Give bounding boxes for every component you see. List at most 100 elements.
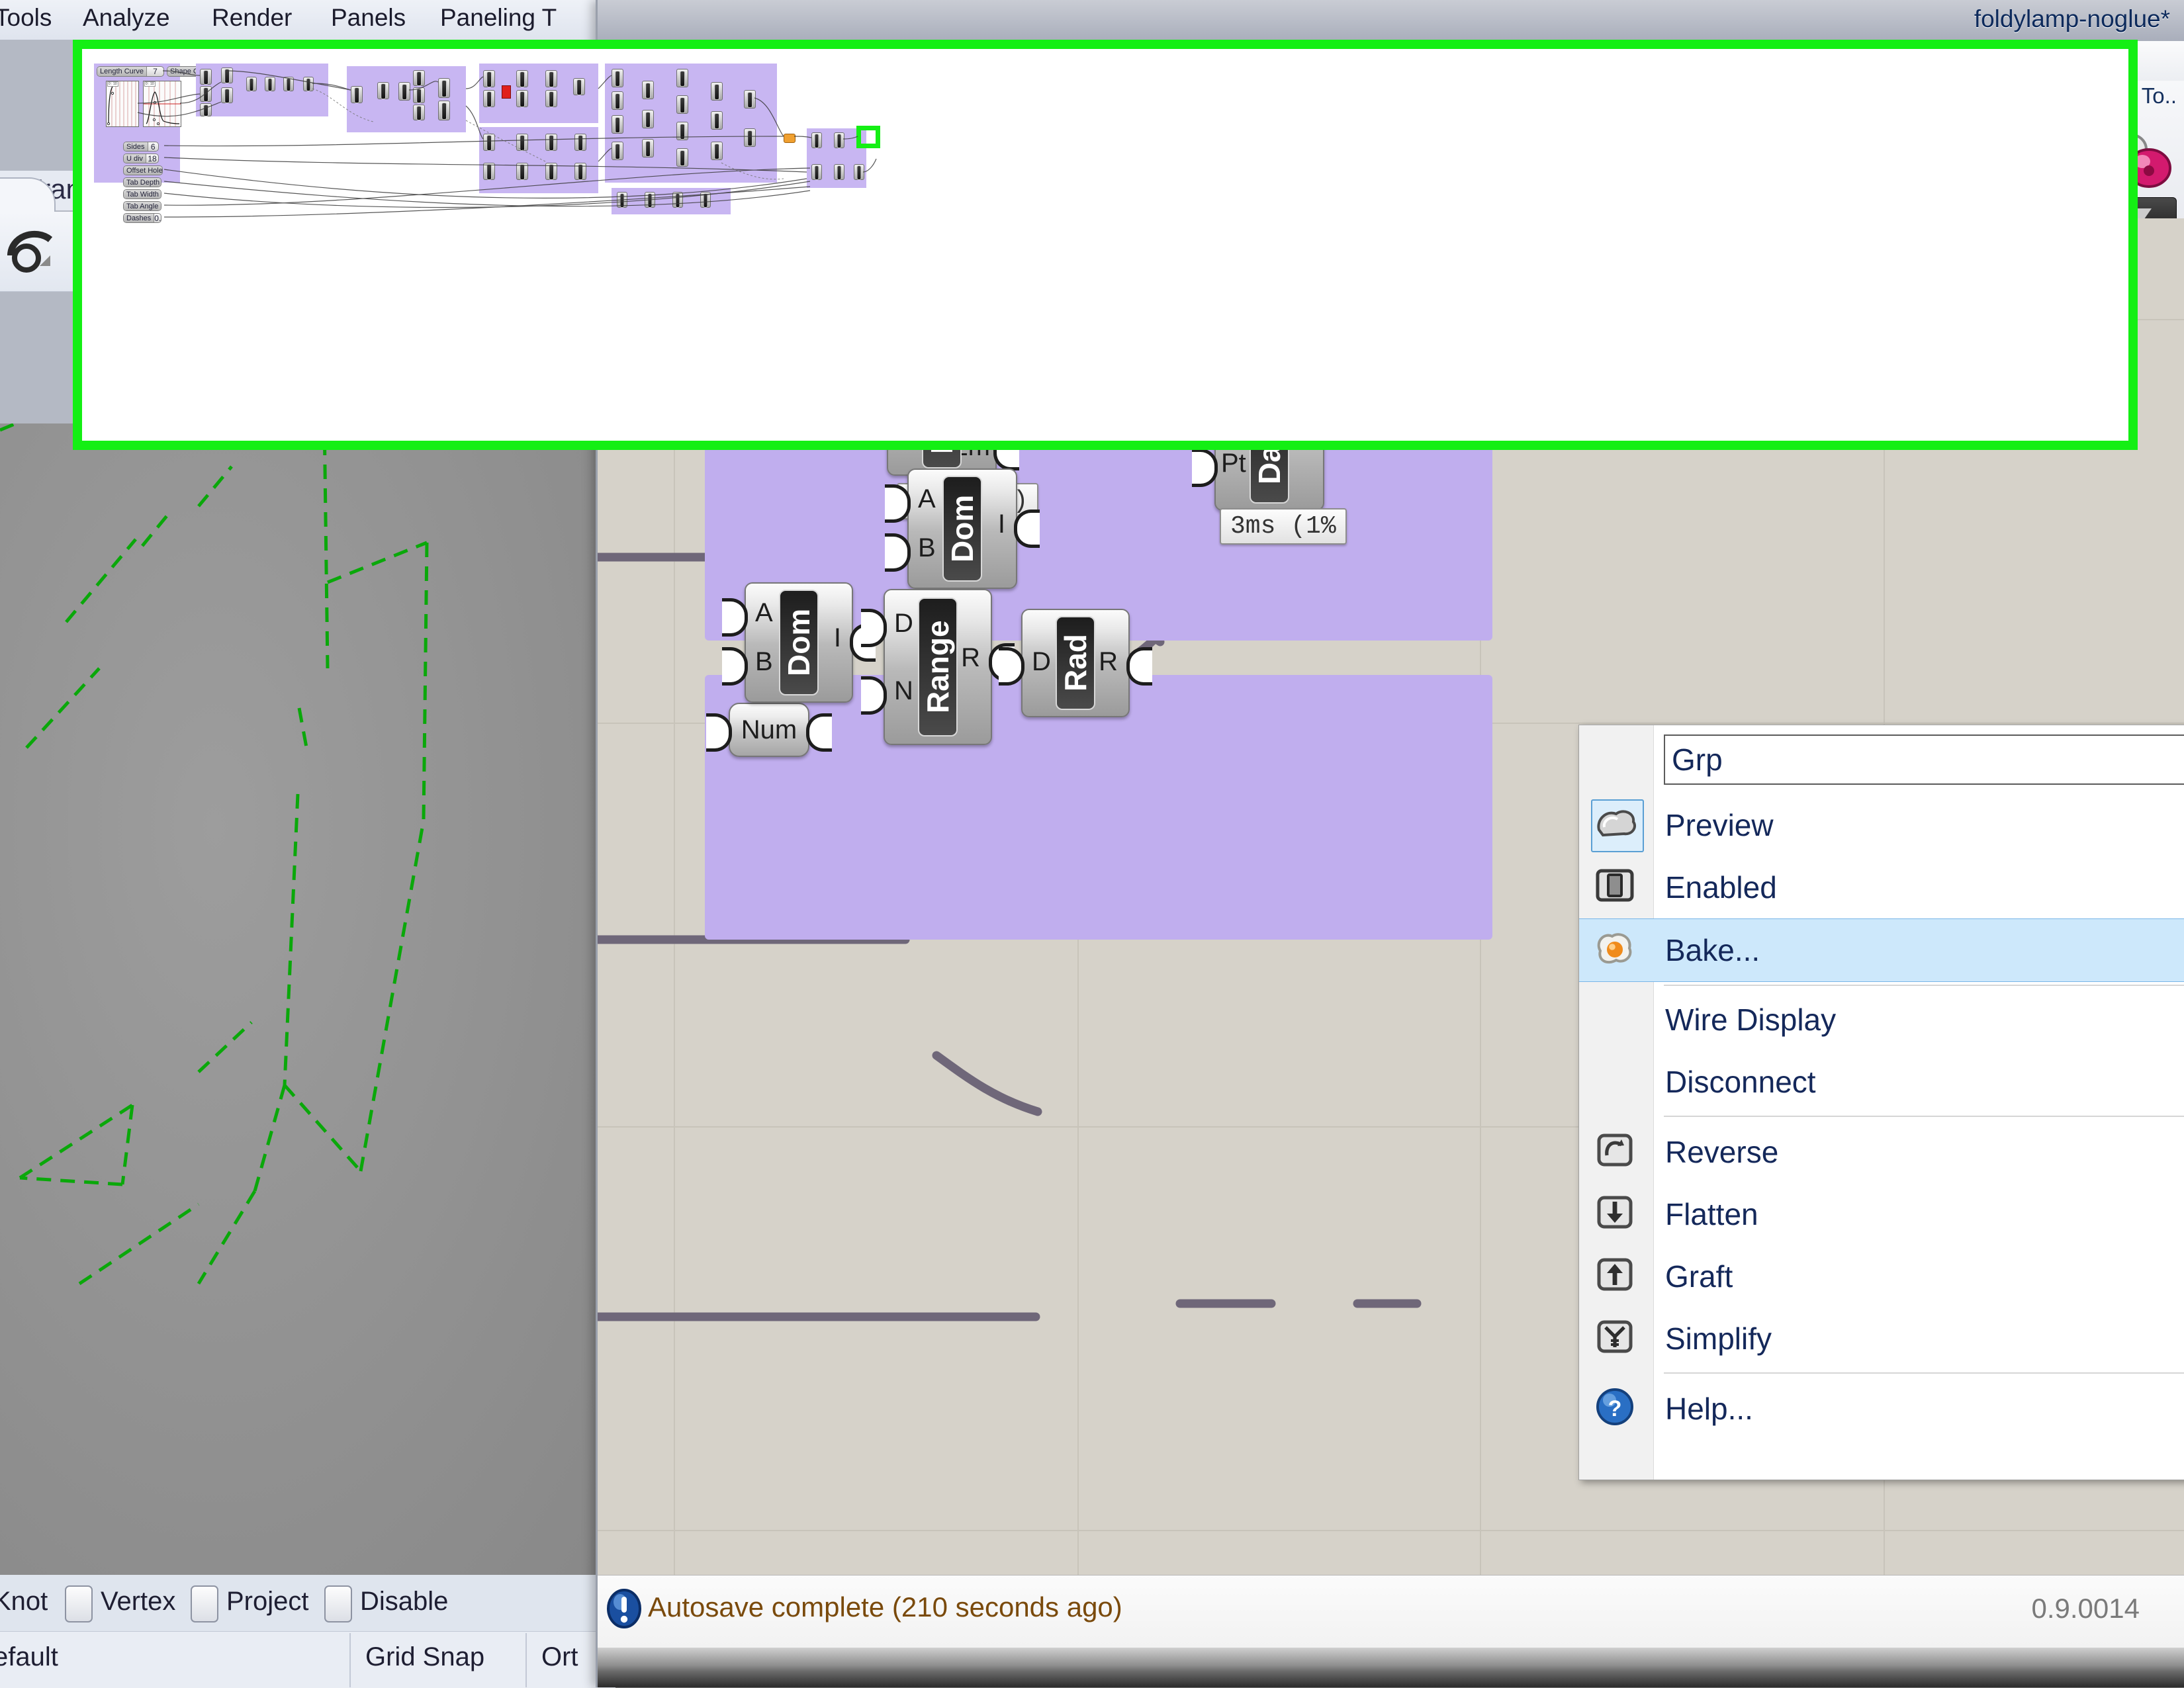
- menu-item-bake[interactable]: Bake...: [1579, 918, 2184, 982]
- node-range[interactable]: D N R Range: [884, 589, 992, 745]
- status-layer-default[interactable]: efault: [0, 1642, 58, 1672]
- bake-icon: [1591, 924, 1641, 975]
- component-context-menu[interactable]: Preview Enabled Bake... Wire Display: [1578, 725, 2184, 1480]
- range-port-r: R: [961, 643, 980, 673]
- rhino-status-bar: efault Grid Snap Ort: [0, 1631, 615, 1688]
- dom-lower-port-i: I: [834, 623, 841, 653]
- node-dom-lower[interactable]: A B I Dom: [745, 582, 853, 703]
- node-dom-lower-label: Dom: [779, 590, 819, 695]
- menu-separator-1: [1664, 985, 2184, 986]
- osnap-knot-label: Knot: [0, 1587, 48, 1617]
- menu-item-graft-label: Graft: [1665, 1259, 1733, 1294]
- dash-port-pt: Pt: [1221, 449, 1246, 478]
- rad-input-pin-d[interactable]: [999, 647, 1024, 686]
- preview-icon: [1591, 799, 1644, 852]
- status-divider-2: [525, 1633, 527, 1687]
- canvas-overview-navigator[interactable]: Length Curve 7 Shape Curve 3 0 : 10: [73, 40, 2138, 450]
- rad-output-pin-r[interactable]: [1126, 647, 1152, 686]
- menu-item-flatten[interactable]: Flatten: [1579, 1183, 2184, 1245]
- overview-wires: [82, 49, 2128, 441]
- svg-text:?: ?: [1608, 1396, 1622, 1421]
- rad-port-d: D: [1032, 647, 1051, 677]
- menu-item-help-label: Help...: [1665, 1391, 1753, 1427]
- dash-input-pin-pt[interactable]: [1192, 449, 1218, 487]
- grasshopper-title-bar[interactable]: foldylamp-noglue*: [598, 0, 2184, 41]
- simplify-icon: [1591, 1313, 1641, 1363]
- node-num[interactable]: Num: [729, 703, 809, 757]
- dom-upper-input-pin-b[interactable]: [885, 533, 911, 572]
- num-input-pin[interactable]: [706, 713, 732, 752]
- ribbon-tab-transform[interactable]: To..: [2142, 83, 2177, 109]
- info-icon: [606, 1589, 644, 1630]
- range-port-d: D: [894, 609, 913, 639]
- menu-item-help[interactable]: ? Help...: [1579, 1378, 2184, 1440]
- status-grid-snap[interactable]: Grid Snap: [365, 1642, 484, 1672]
- osnap-vertex-label: Vertex: [101, 1587, 175, 1617]
- menu-item-wire-display-label: Wire Display: [1665, 1002, 1836, 1038]
- rhino-menu-tools[interactable]: Tools: [0, 4, 52, 32]
- graft-icon: [1591, 1251, 1641, 1301]
- menu-item-reverse[interactable]: Reverse: [1579, 1121, 2184, 1183]
- viewport-wireframe-geometry: [0, 423, 615, 1575]
- menu-item-disconnect[interactable]: Disconnect: [1579, 1051, 2184, 1113]
- menu-item-graft[interactable]: Graft: [1579, 1245, 2184, 1308]
- menu-item-wire-display[interactable]: Wire Display: [1579, 989, 2184, 1051]
- menu-separator-2: [1664, 1116, 2184, 1117]
- dom-upper-port-b: B: [918, 533, 936, 563]
- dom-lower-input-pin-b[interactable]: [722, 647, 748, 686]
- range-input-pin-n[interactable]: [861, 676, 887, 715]
- version-label: 0.9.0014: [2032, 1593, 2140, 1624]
- node-dom-upper-label: Dom: [942, 476, 982, 582]
- zoom-icon[interactable]: [5, 226, 69, 283]
- node-rad-label: Rad: [1056, 616, 1095, 710]
- menu-item-preview-label: Preview: [1665, 807, 1774, 843]
- menu-separator-3: [1664, 1372, 2184, 1374]
- rhino-menu-panels[interactable]: Panels: [331, 4, 406, 32]
- rhino-osnap-bar: Knot Vertex Project Disable: [0, 1575, 615, 1631]
- range-port-n: N: [894, 676, 913, 706]
- overview-content: Length Curve 7 Shape Curve 3 0 : 10: [82, 49, 2128, 441]
- rhino-menu-analyze[interactable]: Analyze: [83, 4, 170, 32]
- dom-lower-input-pin-a[interactable]: [722, 598, 748, 637]
- dom-lower-port-b: B: [755, 647, 773, 677]
- range-input-pin-d[interactable]: [861, 609, 887, 647]
- dom-upper-port-a: A: [918, 484, 936, 514]
- num-output-pin[interactable]: [806, 713, 832, 752]
- grasshopper-status-bar: Autosave complete (210 seconds ago) 0.9.…: [598, 1575, 2184, 1648]
- status-ortho[interactable]: Ort: [541, 1642, 578, 1672]
- menu-item-simplify-label: Simplify: [1665, 1321, 1772, 1356]
- node-num-label: Num: [741, 715, 797, 745]
- node-rad[interactable]: D R Rad: [1021, 609, 1130, 717]
- osnap-project-label: Project: [226, 1587, 309, 1617]
- status-divider-1: [349, 1633, 351, 1687]
- dom-upper-input-pin-a[interactable]: [885, 484, 911, 523]
- menu-item-bake-label: Bake...: [1665, 932, 1760, 968]
- rhino-menu-render[interactable]: Render: [212, 4, 292, 32]
- rhino-menu-bar: Tools Analyze Render Panels Paneling T: [0, 0, 622, 40]
- node-dom-upper[interactable]: A B I Dom: [907, 468, 1017, 589]
- help-icon: ?: [1591, 1383, 1641, 1433]
- osnap-vertex-checkbox[interactable]: [65, 1585, 93, 1622]
- status-message: Autosave complete (210 seconds ago): [648, 1591, 1122, 1623]
- menu-item-reverse-label: Reverse: [1665, 1134, 1778, 1170]
- flatten-icon: [1591, 1188, 1641, 1239]
- rhino-viewport[interactable]: [0, 423, 615, 1575]
- menu-item-disconnect-label: Disconnect: [1665, 1064, 1816, 1100]
- menu-item-enabled[interactable]: Enabled: [1579, 856, 2184, 918]
- window-bottom-edge: [598, 1648, 2184, 1687]
- enabled-icon: [1591, 862, 1641, 912]
- menu-item-simplify[interactable]: Simplify: [1579, 1308, 2184, 1370]
- osnap-project-checkbox[interactable]: [191, 1585, 218, 1622]
- rad-port-r: R: [1099, 647, 1118, 677]
- osnap-disable-checkbox[interactable]: [324, 1585, 352, 1622]
- component-name-input[interactable]: [1664, 734, 2184, 785]
- dom-upper-output-pin-i[interactable]: [1014, 510, 1040, 548]
- osnap-disable-label: Disable: [360, 1587, 448, 1617]
- dash-timer-tag: 3ms (1%: [1220, 508, 1347, 545]
- menu-item-flatten-label: Flatten: [1665, 1196, 1758, 1232]
- menu-item-preview[interactable]: Preview: [1579, 794, 2184, 856]
- rhino-menu-paneling[interactable]: Paneling T: [440, 4, 557, 32]
- dom-upper-port-i: I: [998, 510, 1005, 539]
- document-title: foldylamp-noglue*: [1974, 5, 2170, 33]
- menu-item-enabled-label: Enabled: [1665, 869, 1777, 905]
